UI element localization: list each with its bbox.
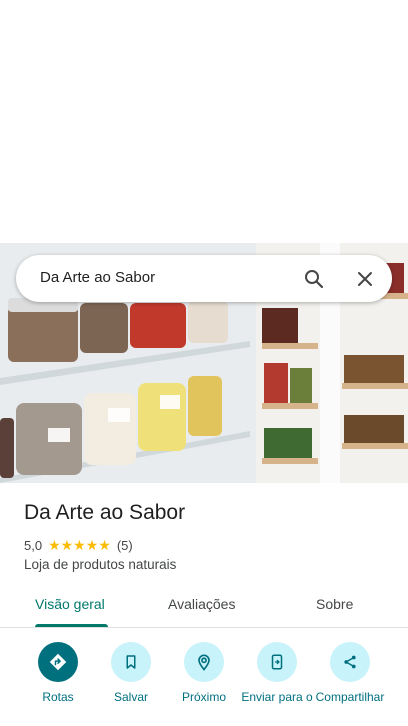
close-icon[interactable] [353, 267, 377, 291]
share-icon[interactable] [330, 642, 370, 682]
nearby-icon[interactable] [184, 642, 224, 682]
bookmark-icon[interactable] [111, 642, 151, 682]
send-to-phone-icon[interactable] [257, 642, 297, 682]
tab-overview[interactable]: Visão geral [35, 596, 105, 612]
screen: Da Arte ao Sabor Da Arte ao Sabor 5,0 ★★… [0, 0, 408, 726]
directions-label: Rotas [42, 690, 74, 704]
review-count[interactable]: (5) [117, 538, 133, 553]
rating-value: 5,0 [24, 538, 43, 553]
search-query[interactable]: Da Arte ao Sabor [40, 269, 155, 286]
save-button[interactable]: Salvar [93, 642, 169, 704]
star-rating-icon: ★★★★★ [48, 537, 111, 553]
place-category[interactable]: Loja de produtos naturais [24, 557, 176, 572]
tab-about[interactable]: Sobre [316, 596, 353, 612]
nearby-button[interactable]: Próximo [166, 642, 242, 704]
share-label: Compartilhar [315, 690, 385, 704]
tabs-divider [0, 627, 408, 628]
share-button[interactable]: Compartilhar [312, 642, 388, 704]
nearby-label: Próximo [181, 690, 226, 704]
search-icon[interactable] [302, 267, 326, 291]
directions-button[interactable]: Rotas [20, 642, 96, 704]
map-area[interactable] [0, 0, 408, 243]
place-title: Da Arte ao Sabor [24, 501, 186, 524]
search-bar[interactable]: Da Arte ao Sabor [16, 255, 392, 302]
rating-row[interactable]: 5,0 ★★★★★ (5) [24, 537, 133, 554]
save-label: Salvar [113, 690, 148, 704]
send-to-phone-button[interactable]: Enviar para o [239, 642, 315, 704]
tab-reviews[interactable]: Avaliações [168, 596, 235, 612]
send-to-phone-label: Enviar para o [241, 690, 313, 704]
directions-icon[interactable] [38, 642, 78, 682]
